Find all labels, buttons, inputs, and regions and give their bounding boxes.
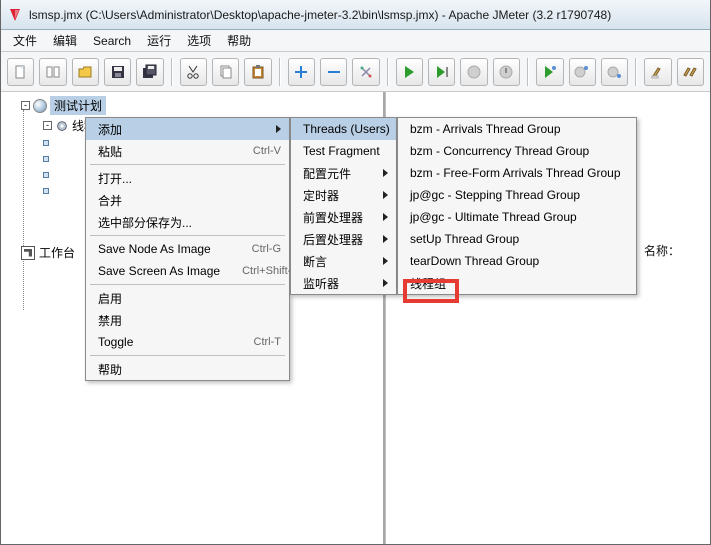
ctx-help[interactable]: 帮助 [86, 358, 289, 380]
tb-new[interactable] [7, 58, 34, 86]
workbench-icon [21, 246, 35, 260]
arrow-icon [383, 213, 388, 221]
tb-copy[interactable] [212, 58, 239, 86]
name-label: 名称： [644, 242, 680, 259]
titlebar: lsmsp.jmx (C:\Users\Administrator\Deskto… [1, 0, 710, 30]
arrow-icon [383, 191, 388, 199]
ctx-paste[interactable]: 粘贴Ctrl-V [86, 140, 289, 162]
workbench-label: 工作台 [39, 244, 75, 261]
tb-paste[interactable] [244, 58, 271, 86]
toolbar [1, 52, 710, 92]
ctx-add[interactable]: 添加 [86, 118, 289, 140]
tb-open[interactable] [72, 58, 99, 86]
app-window: lsmsp.jmx (C:\Users\Administrator\Deskto… [0, 0, 711, 545]
stub-icon[interactable] [43, 140, 49, 146]
testplan-icon [33, 99, 47, 113]
tb-remote-stop[interactable] [569, 58, 596, 86]
tb-toggle[interactable] [352, 58, 379, 86]
menu-search[interactable]: Search [87, 32, 137, 50]
tg-bzm-concurrency[interactable]: bzm - Concurrency Thread Group [398, 140, 636, 162]
ctx-save-selection[interactable]: 选中部分保存为... [86, 211, 289, 233]
ctx-toggle[interactable]: ToggleCtrl-T [86, 331, 289, 353]
tb-save[interactable] [104, 58, 131, 86]
tree-root-label: 测试计划 [50, 96, 106, 115]
submenu-add: Threads (Users) Test Fragment 配置元件 定时器 前… [290, 117, 397, 295]
tg-jp-stepping[interactable]: jp@gc - Stepping Thread Group [398, 184, 636, 206]
menu-options[interactable]: 选项 [181, 30, 217, 51]
tg-teardown[interactable]: tearDown Thread Group [398, 250, 636, 272]
submenu-threads: bzm - Arrivals Thread Group bzm - Concur… [397, 117, 637, 295]
menubar: 文件 编辑 Search 运行 选项 帮助 [1, 30, 710, 52]
ctx-open[interactable]: 打开... [86, 167, 289, 189]
menu-edit[interactable]: 编辑 [47, 30, 83, 51]
threadgroup-icon [55, 119, 69, 133]
sm-preprocessor[interactable]: 前置处理器 [291, 206, 396, 228]
tg-setup[interactable]: setUp Thread Group [398, 228, 636, 250]
app-icon [7, 7, 23, 23]
stub-icon[interactable] [43, 188, 49, 194]
tb-remote-start[interactable] [536, 58, 563, 86]
tb-remote-shut[interactable] [601, 58, 628, 86]
tg-threadgroup[interactable]: 线程组 [398, 272, 636, 294]
tg-jp-ultimate[interactable]: jp@gc - Ultimate Thread Group [398, 206, 636, 228]
sm-assertions[interactable]: 断言 [291, 250, 396, 272]
arrow-icon [383, 257, 388, 265]
tb-sep-3 [387, 58, 389, 86]
sm-timer[interactable]: 定时器 [291, 184, 396, 206]
arrow-icon [383, 279, 388, 287]
ctx-merge[interactable]: 合并 [86, 189, 289, 211]
ctx-disable[interactable]: 禁用 [86, 309, 289, 331]
tb-sep-1 [171, 58, 173, 86]
ctx-sep [90, 284, 285, 285]
expand-icon[interactable]: - [21, 101, 30, 110]
stub-icon[interactable] [43, 172, 49, 178]
tb-sep-4 [527, 58, 529, 86]
ctx-sep [90, 164, 285, 165]
arrow-icon [276, 125, 281, 133]
sm-postprocessor[interactable]: 后置处理器 [291, 228, 396, 250]
sm-threads[interactable]: Threads (Users) [291, 118, 396, 140]
tb-sep-2 [279, 58, 281, 86]
ctx-save-screen-image[interactable]: Save Screen As ImageCtrl+Shift-G [86, 260, 289, 282]
tb-run[interactable] [396, 58, 423, 86]
menu-run[interactable]: 运行 [141, 30, 177, 51]
tb-saveall[interactable] [136, 58, 163, 86]
ctx-save-node-image[interactable]: Save Node As ImageCtrl-G [86, 238, 289, 260]
tb-expand[interactable] [288, 58, 315, 86]
tb-run-nopause[interactable] [428, 58, 455, 86]
ctx-sep [90, 235, 285, 236]
window-title: lsmsp.jmx (C:\Users\Administrator\Deskto… [29, 8, 704, 22]
sm-listener[interactable]: 监听器 [291, 272, 396, 294]
tb-collapse[interactable] [320, 58, 347, 86]
context-menu: 添加 粘贴Ctrl-V 打开... 合并 选中部分保存为... Save Nod… [85, 117, 290, 381]
ctx-enable[interactable]: 启用 [86, 287, 289, 309]
tg-bzm-freeform[interactable]: bzm - Free-Form Arrivals Thread Group [398, 162, 636, 184]
tb-shutdown[interactable] [493, 58, 520, 86]
tb-clear[interactable] [644, 58, 671, 86]
menu-help[interactable]: 帮助 [221, 30, 257, 51]
stub-icon[interactable] [43, 156, 49, 162]
tb-sep-5 [635, 58, 637, 86]
ctx-sep [90, 355, 285, 356]
arrow-icon [383, 235, 388, 243]
menu-file[interactable]: 文件 [7, 30, 43, 51]
arrow-icon [383, 169, 388, 177]
tb-templates[interactable] [39, 58, 66, 86]
sm-config[interactable]: 配置元件 [291, 162, 396, 184]
tree-root[interactable]: - 测试计划 [3, 96, 381, 115]
tg-bzm-arrivals[interactable]: bzm - Arrivals Thread Group [398, 118, 636, 140]
tb-cut[interactable] [180, 58, 207, 86]
tb-clearall[interactable] [677, 58, 704, 86]
tb-stop[interactable] [460, 58, 487, 86]
sm-fragment[interactable]: Test Fragment [291, 140, 396, 162]
expand-icon-2[interactable]: - [43, 121, 52, 130]
